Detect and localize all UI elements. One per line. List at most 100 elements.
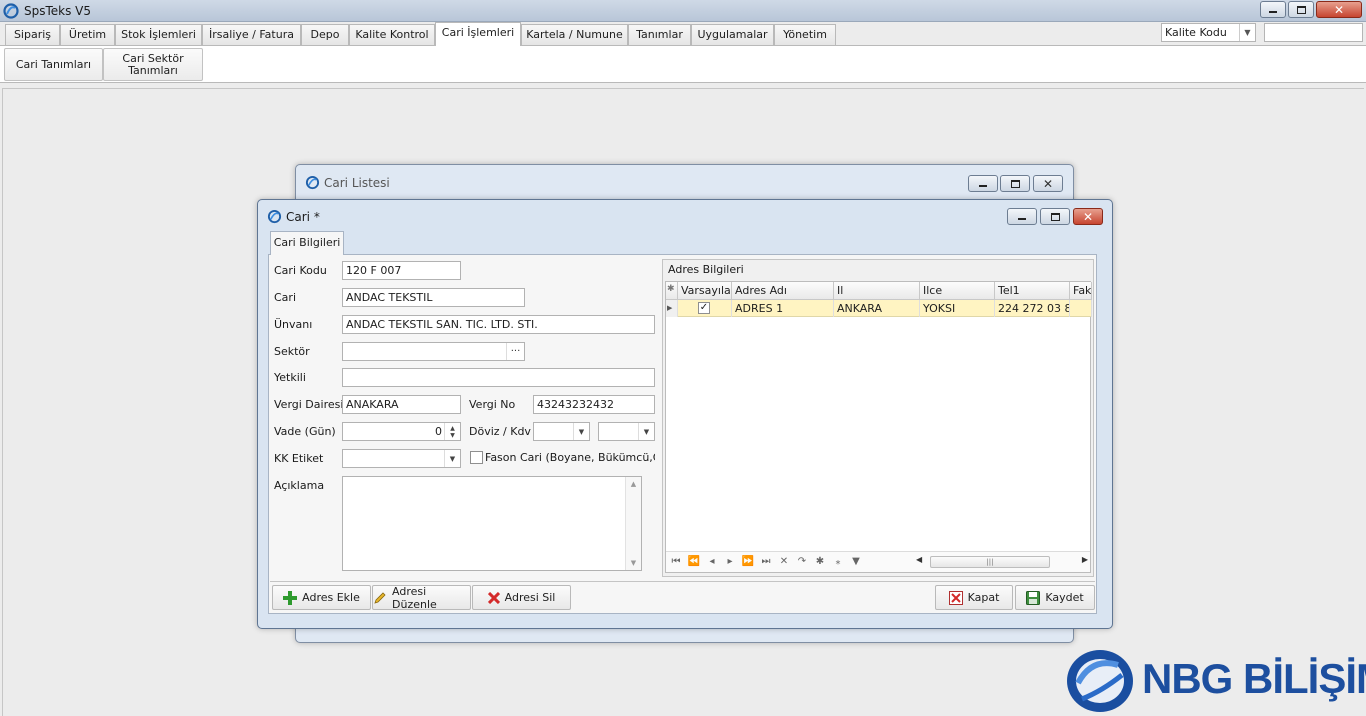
doviz-kdv-label: Döviz / Kdv <box>469 425 531 438</box>
tab-siparis[interactable]: Sipariş <box>5 24 60 46</box>
tab-irsaliye-fatura[interactable]: İrsaliye / Fatura <box>202 24 301 46</box>
nav-prev-page-icon[interactable]: ⏪ <box>686 555 702 569</box>
yetkili-input[interactable] <box>342 368 655 387</box>
tab-cari-islemleri[interactable]: Cari İşlemleri <box>435 22 521 46</box>
vergi-dairesi-input[interactable]: ANAKARA <box>342 395 461 414</box>
tab-uygulamalar[interactable]: Uygulamalar <box>691 24 774 46</box>
col-varsayilan[interactable]: Varsayılan <box>678 282 732 300</box>
tab-uretim[interactable]: Üretim <box>60 24 115 46</box>
varsayilan-checkbox[interactable]: ✓ <box>698 302 710 314</box>
scroll-thumb[interactable]: ||| <box>930 556 1050 568</box>
adres-ekle-label: Adres Ekle <box>302 591 360 604</box>
spin-updown-icon[interactable]: ▲ ▼ <box>444 423 460 440</box>
kapat-button[interactable]: Kapat <box>935 585 1013 610</box>
app-minimize-button[interactable] <box>1260 1 1286 18</box>
cari-kodu-input[interactable]: 120 F 007 <box>342 261 461 280</box>
tel1-cell[interactable]: 224 272 03 81 <box>995 300 1070 317</box>
kalite-kodu-select[interactable]: Kalite Kodu ▼ <box>1161 23 1256 42</box>
scroll-up-icon[interactable]: ▲ <box>626 480 641 488</box>
nav-first-icon[interactable]: ⏮ <box>668 555 684 569</box>
save-icon <box>1026 590 1041 605</box>
sektor-input[interactable]: ··· <box>342 342 525 361</box>
cari-sektor-label-line1: Cari Sektör <box>122 51 184 65</box>
scroll-left-icon[interactable]: ◀ <box>916 555 922 564</box>
nav-last-icon[interactable]: ⏭ <box>758 555 774 569</box>
col-tel1[interactable]: Tel1 <box>995 282 1070 300</box>
minimize-icon <box>1018 217 1026 220</box>
window-logo-icon <box>305 175 320 190</box>
nav-prev-icon[interactable]: ◂ <box>704 555 720 569</box>
col-ilce[interactable]: Ilce <box>920 282 995 300</box>
adres-adi-cell[interactable]: ADRES 1 <box>732 300 834 317</box>
app-maximize-button[interactable] <box>1288 1 1314 18</box>
il-cell[interactable]: ANKARA <box>834 300 920 317</box>
form-button-bar: Adres Ekle Adresi Düzenle Adresi Sil Kap… <box>270 581 1095 611</box>
chevron-down-icon[interactable]: ▼ <box>638 423 654 440</box>
adresi-duzenle-button[interactable]: Adresi Düzenle <box>372 585 471 611</box>
top-search-input[interactable] <box>1264 23 1363 42</box>
vergi-no-input[interactable]: 43243232432 <box>533 395 655 414</box>
scroll-right-icon[interactable]: ▶ <box>1082 555 1088 564</box>
yetkili-label: Yetkili <box>274 371 306 384</box>
chevron-down-icon[interactable]: ▼ <box>573 423 589 440</box>
unvani-label: Ünvanı <box>274 318 313 331</box>
ellipsis-icon[interactable]: ··· <box>506 343 524 360</box>
vergi-dairesi-label: Vergi Dairesi <box>274 398 344 411</box>
nav-refresh-icon[interactable]: ↷ <box>794 555 810 569</box>
aciklama-textarea[interactable]: ▲ ▼ <box>342 476 642 571</box>
tab-depo[interactable]: Depo <box>301 24 349 46</box>
adres-ekle-button[interactable]: Adres Ekle <box>272 585 371 610</box>
adresi-sil-button[interactable]: Adresi Sil <box>472 585 571 610</box>
adres-bilgileri-title: Adres Bilgileri <box>668 263 744 276</box>
cari-form-body: Cari Kodu 120 F 007 Cari ANDAC TEKSTIL Ü… <box>268 254 1097 614</box>
tab-kalite-kontrol[interactable]: Kalite Kontrol <box>349 24 435 46</box>
aciklama-scrollbar[interactable]: ▲ ▼ <box>625 477 641 570</box>
doviz-select[interactable]: ▼ <box>533 422 590 441</box>
nav-filter-icon[interactable]: ▼ <box>848 555 864 569</box>
pencil-icon <box>374 591 386 604</box>
kdv-select[interactable]: ▼ <box>598 422 655 441</box>
nav-append-icon[interactable]: ✱ <box>812 555 828 569</box>
grid-hscrollbar[interactable]: ◀ ||| ▶ <box>916 555 1088 569</box>
plus-icon <box>283 590 298 605</box>
scroll-down-icon[interactable]: ▼ <box>626 559 641 567</box>
cari-input[interactable]: ANDAC TEKSTIL <box>342 288 525 307</box>
cari-form-window[interactable]: Cari * ✕ Cari Bilgileri Cari Kodu 120 F … <box>257 199 1113 629</box>
ilce-cell[interactable]: YOKSI <box>920 300 995 317</box>
cari-form-maximize-button[interactable] <box>1040 208 1070 225</box>
close-icon: ✕ <box>1042 176 1054 191</box>
chevron-down-icon[interactable]: ▼ <box>444 450 460 467</box>
nav-insert-icon[interactable]: ⁎ <box>830 555 846 569</box>
varsayilan-cell[interactable]: ✓ <box>678 300 732 317</box>
col-adres-adi[interactable]: Adres Adı <box>732 282 834 300</box>
grid-add-row-icon[interactable]: ✱ <box>666 282 678 300</box>
vade-value: 0 <box>435 425 442 438</box>
fason-cari-checkbox[interactable] <box>470 451 483 464</box>
cari-form-close-button[interactable]: ✕ <box>1073 208 1103 225</box>
tab-cari-bilgileri[interactable]: Cari Bilgileri <box>270 231 344 255</box>
nav-delete-icon[interactable]: ✕ <box>776 555 792 569</box>
cari-listesi-close-button[interactable]: ✕ <box>1033 175 1063 192</box>
vade-stepper[interactable]: 0 ▲ ▼ <box>342 422 461 441</box>
kk-etiket-select[interactable]: ▼ <box>342 449 461 468</box>
nav-next-page-icon[interactable]: ⏩ <box>740 555 756 569</box>
col-il[interactable]: Il <box>834 282 920 300</box>
tab-tanimlar[interactable]: Tanımlar <box>628 24 691 46</box>
col-faks[interactable]: Faks <box>1070 282 1092 300</box>
chevron-down-icon[interactable]: ▼ <box>1239 24 1255 41</box>
tab-kartela-numune[interactable]: Kartela / Numune <box>521 24 628 46</box>
faks-cell[interactable] <box>1070 300 1092 317</box>
app-close-button[interactable]: ✕ <box>1316 1 1362 18</box>
table-row[interactable]: ▶ ✓ ADRES 1 ANKARA YOKSI 224 272 03 81 <box>666 300 1092 317</box>
tab-yonetim[interactable]: Yönetim <box>774 24 836 46</box>
kaydet-button[interactable]: Kaydet <box>1015 585 1095 610</box>
cari-tanimlari-button[interactable]: Cari Tanımları <box>4 48 103 81</box>
adres-grid[interactable]: ✱ Varsayılan Adres Adı Il Ilce Tel1 Faks… <box>665 281 1092 573</box>
unvani-input[interactable]: ANDAC TEKSTIL SAN. TIC. LTD. STI. <box>342 315 655 334</box>
nav-next-icon[interactable]: ▸ <box>722 555 738 569</box>
cari-sektor-tanimlari-button[interactable]: Cari Sektör Tanımları <box>103 48 203 81</box>
cari-listesi-minimize-button[interactable] <box>968 175 998 192</box>
tab-stok-islemleri[interactable]: Stok İşlemleri <box>115 24 202 46</box>
cari-listesi-maximize-button[interactable] <box>1000 175 1030 192</box>
cari-form-minimize-button[interactable] <box>1007 208 1037 225</box>
